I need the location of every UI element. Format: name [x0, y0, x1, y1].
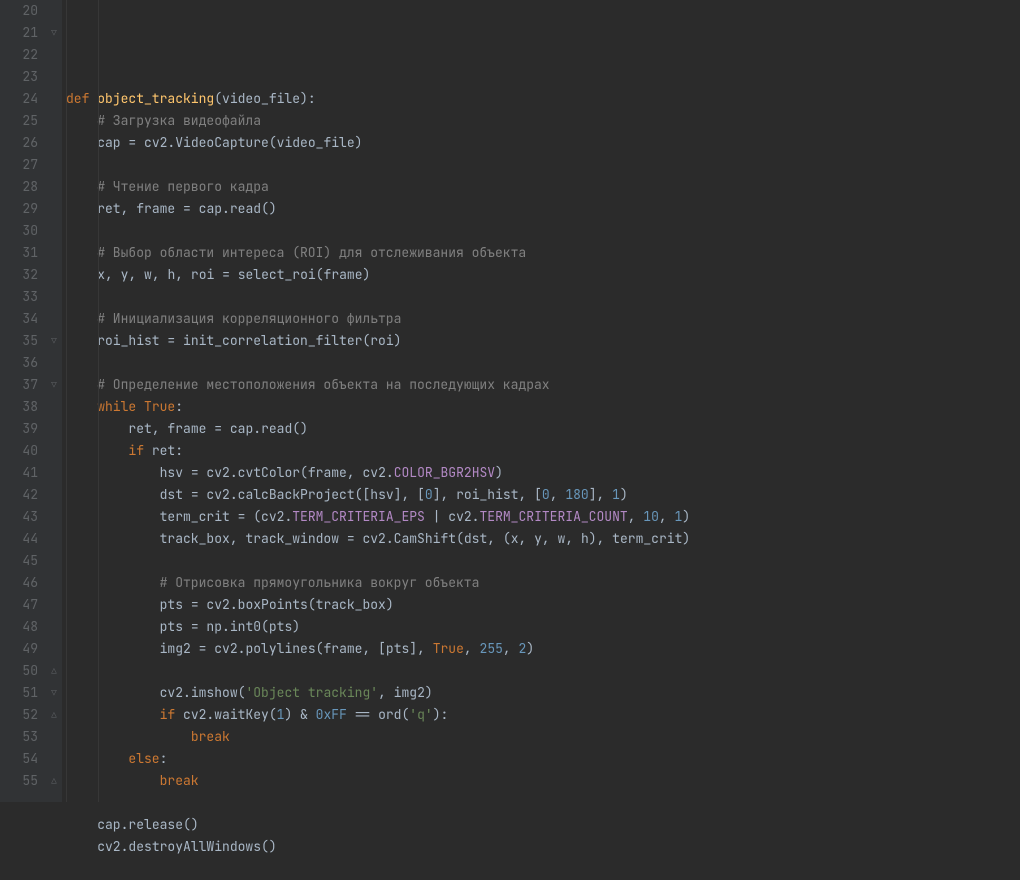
line-number: 40 [0, 440, 38, 462]
code-line[interactable]: cap.release() [66, 814, 1020, 836]
line-number: 50 [0, 660, 38, 682]
code-line[interactable]: dst = cv2.calcBackProject([hsv], [0], ro… [66, 484, 1020, 506]
line-number: 20 [0, 0, 38, 22]
code-line[interactable]: # Загрузка видеофайла [66, 110, 1020, 132]
line-number: 46 [0, 572, 38, 594]
line-number: 25 [0, 110, 38, 132]
line-number: 34 [0, 308, 38, 330]
code-line[interactable]: img2 = cv2.polylines(frame, [pts], True,… [66, 638, 1020, 660]
code-line[interactable]: ret, frame = cap.read() [66, 198, 1020, 220]
code-line[interactable] [66, 286, 1020, 308]
code-line[interactable]: roi_hist = init_correlation_filter(roi) [66, 330, 1020, 352]
line-number: 32 [0, 264, 38, 286]
code-line[interactable]: # Выбор области интереса (ROI) для отсле… [66, 242, 1020, 264]
code-line[interactable]: # Отрисовка прямоугольника вокруг объект… [66, 572, 1020, 594]
code-line[interactable]: ret, frame = cap.read() [66, 418, 1020, 440]
code-line[interactable] [66, 220, 1020, 242]
line-number: 43 [0, 506, 38, 528]
code-line[interactable] [66, 154, 1020, 176]
code-line[interactable]: hsv = cv2.cvtColor(frame, cv2.COLOR_BGR2… [66, 462, 1020, 484]
code-editor[interactable]: def object_tracking(video_file): # Загру… [62, 0, 1020, 802]
line-number: 31 [0, 242, 38, 264]
line-number: 42 [0, 484, 38, 506]
line-number: 54 [0, 748, 38, 770]
line-number: 52 [0, 704, 38, 726]
line-number: 45 [0, 550, 38, 572]
line-number: 29 [0, 198, 38, 220]
code-line[interactable]: x, y, w, h, roi = select_roi(frame) [66, 264, 1020, 286]
fold-toggle-icon[interactable]: ▽ [48, 22, 60, 44]
line-number: 24 [0, 88, 38, 110]
code-line[interactable] [66, 660, 1020, 682]
line-number: 27 [0, 154, 38, 176]
code-line[interactable]: else: [66, 748, 1020, 770]
line-number: 41 [0, 462, 38, 484]
line-number: 28 [0, 176, 38, 198]
code-line[interactable]: track_box, track_window = cv2.CamShift(d… [66, 528, 1020, 550]
line-number: 21 [0, 22, 38, 44]
line-number: 22 [0, 44, 38, 66]
fold-toggle-icon[interactable]: △ [48, 770, 60, 792]
code-line[interactable] [66, 858, 1020, 880]
code-line[interactable]: # Чтение первого кадра [66, 176, 1020, 198]
code-line[interactable]: term_crit = (cv2.TERM_CRITERIA_EPS | cv2… [66, 506, 1020, 528]
code-line[interactable]: pts = cv2.boxPoints(track_box) [66, 594, 1020, 616]
line-number: 36 [0, 352, 38, 374]
line-number: 37 [0, 374, 38, 396]
line-number: 49 [0, 638, 38, 660]
line-number: 33 [0, 286, 38, 308]
line-number: 30 [0, 220, 38, 242]
line-number [0, 792, 38, 814]
line-number: 53 [0, 726, 38, 748]
line-number: 55 [0, 770, 38, 792]
fold-toggle-icon[interactable]: ▽ [48, 330, 60, 352]
line-number: 38 [0, 396, 38, 418]
fold-toggle-icon[interactable]: △ [48, 704, 60, 726]
code-line[interactable]: break [66, 770, 1020, 792]
code-line[interactable]: if cv2.waitKey(1) & 0xFF == ord('q'): [66, 704, 1020, 726]
code-line[interactable]: cv2.destroyAllWindows() [66, 836, 1020, 858]
fold-column: ▽▽▽△▽△△ [48, 0, 62, 802]
code-line[interactable]: if ret: [66, 440, 1020, 462]
line-number: 39 [0, 418, 38, 440]
line-number: 48 [0, 616, 38, 638]
line-number: 44 [0, 528, 38, 550]
code-line[interactable]: pts = np.int0(pts) [66, 616, 1020, 638]
code-line[interactable]: # Инициализация корреляционного фильтра [66, 308, 1020, 330]
line-number: 26 [0, 132, 38, 154]
code-line[interactable]: break [66, 726, 1020, 748]
code-line[interactable] [66, 66, 1020, 88]
code-line[interactable]: # Определение местоположения объекта на … [66, 374, 1020, 396]
code-line[interactable]: cv2.imshow('Object tracking', img2) [66, 682, 1020, 704]
fold-toggle-icon[interactable]: △ [48, 660, 60, 682]
code-line[interactable]: def object_tracking(video_file): [66, 88, 1020, 110]
code-line[interactable] [66, 550, 1020, 572]
line-number-gutter: 2021222324252627282930313233343536373839… [0, 0, 48, 802]
code-line[interactable]: cap = cv2.VideoCapture(video_file) [66, 132, 1020, 154]
line-number: 23 [0, 66, 38, 88]
line-number: 47 [0, 594, 38, 616]
line-number: 35 [0, 330, 38, 352]
code-line[interactable] [66, 352, 1020, 374]
fold-toggle-icon[interactable]: ▽ [48, 374, 60, 396]
code-line[interactable]: while True: [66, 396, 1020, 418]
code-line[interactable] [66, 792, 1020, 814]
line-number: 51 [0, 682, 38, 704]
fold-toggle-icon[interactable]: ▽ [48, 682, 60, 704]
